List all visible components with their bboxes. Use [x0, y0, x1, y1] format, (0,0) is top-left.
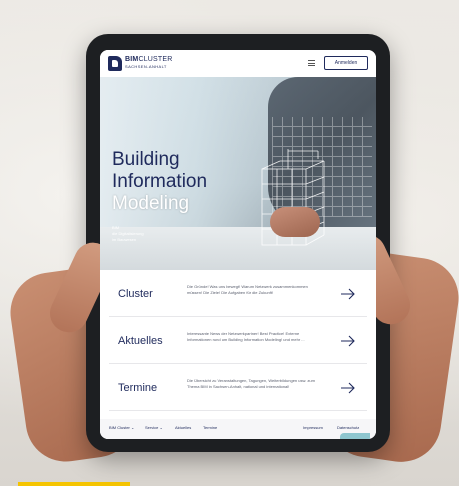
logo-main-bold: BIM: [125, 56, 139, 63]
hamburger-menu-icon[interactable]: [308, 60, 315, 66]
hero-title-line1: Building: [112, 149, 180, 170]
arrow-right-icon[interactable]: [340, 380, 356, 396]
arrow-right-icon[interactable]: [340, 286, 356, 302]
hero-title-line2: Information: [112, 171, 208, 192]
corner-decoration: [340, 433, 370, 439]
footer-link-impressum[interactable]: Impressum: [303, 425, 323, 430]
footer-link-datenschutz[interactable]: Datenschutz: [337, 425, 359, 430]
footer-link-label: Service: [145, 425, 159, 430]
footer-link-bim-cluster[interactable]: BIM Cluster ⌄: [109, 425, 134, 430]
logo[interactable]: BIMCLUSTER SACHSEN-ANHALT: [125, 56, 173, 70]
site-header: BIMCLUSTER SACHSEN-ANHALT Anmelden: [100, 50, 376, 77]
tablet-screen: BIMCLUSTER SACHSEN-ANHALT Anmelden Build…: [100, 50, 376, 439]
logo-icon[interactable]: [108, 56, 122, 71]
card-cluster[interactable]: Cluster Die Gründe! Was uns bewegt! Waru…: [109, 274, 367, 317]
hero-subtitle: BIM die Digitalisierung im Bauwesen: [112, 225, 144, 243]
card-title: Termine: [118, 382, 158, 394]
logo-sub: SACHSEN-ANHALT: [125, 64, 167, 69]
card-aktuelles[interactable]: Aktuelles Interessante News der Netzwerk…: [109, 321, 367, 364]
footer-link-termine[interactable]: Termine: [203, 425, 217, 430]
card-title: Cluster: [118, 288, 153, 300]
footer-nav: BIM Cluster ⌄ Service ⌄ Aktuelles Termin…: [100, 419, 376, 439]
hero-sub-line3: im Bauwesen: [112, 237, 137, 242]
footer-link-service[interactable]: Service ⌄: [145, 425, 163, 430]
hero-hand-image: [270, 207, 320, 237]
hero-section: Building Information Modeling BIM die Di…: [100, 77, 376, 270]
arrow-right-icon[interactable]: [340, 333, 356, 349]
section-cards: Cluster Die Gründe! Was uns bewegt! Waru…: [100, 274, 376, 415]
hero-title: Building Information Modeling: [112, 149, 207, 215]
card-description: Die Gründe! Was uns bewegt! Warum Netzwe…: [187, 284, 308, 295]
hero-title-line3: Modeling: [112, 193, 190, 214]
login-button[interactable]: Anmelden: [324, 56, 368, 70]
accent-bar: [18, 482, 130, 486]
card-description: Interessante News der Netzwerkpartner! B…: [187, 331, 305, 342]
card-termine[interactable]: Termine Die Übersicht zu Veranstaltungen…: [109, 368, 367, 411]
logo-main-light: CLUSTER: [138, 56, 173, 63]
card-description: Die Übersicht zu Veranstaltungen, Tagung…: [187, 378, 315, 389]
footer-link-aktuelles[interactable]: Aktuelles: [175, 425, 191, 430]
card-title: Aktuelles: [118, 335, 163, 347]
footer-link-label: BIM Cluster: [109, 425, 130, 430]
